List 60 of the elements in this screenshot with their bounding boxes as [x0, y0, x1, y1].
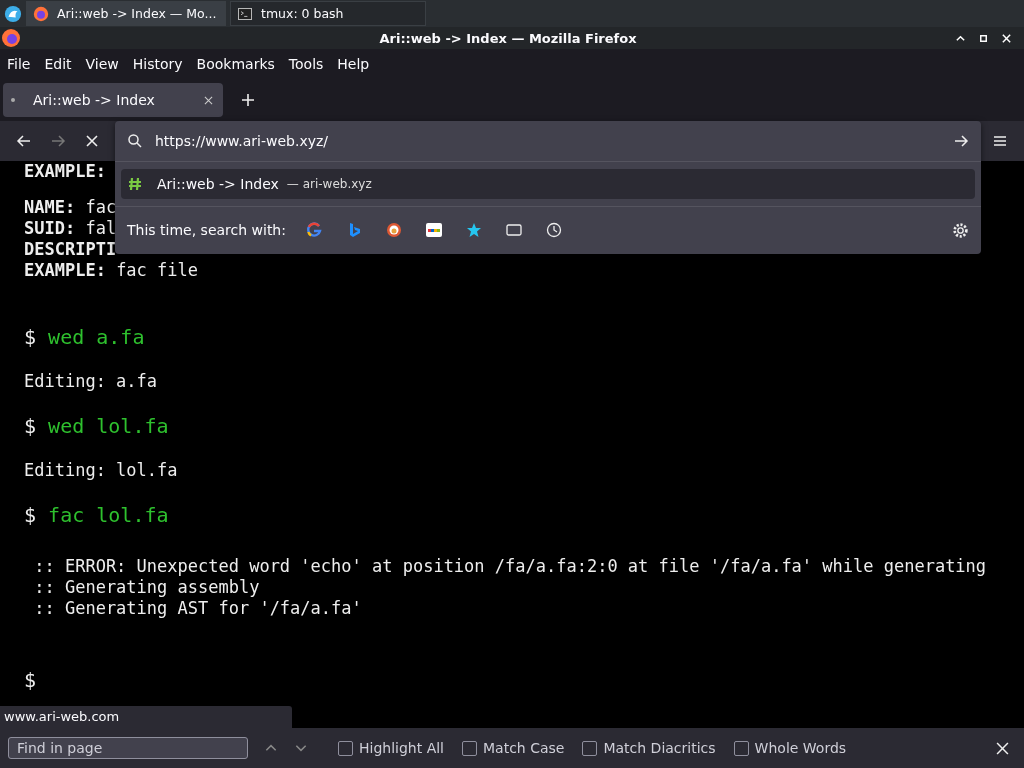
new-tab-icon[interactable] [241, 93, 255, 107]
taskbar-task[interactable]: Ari::web -> Index — Mo... [26, 1, 226, 26]
back-icon[interactable] [16, 133, 32, 149]
menu-item[interactable]: Tools [288, 56, 324, 72]
address-field[interactable]: https://www.ari-web.xyz/ [153, 132, 953, 150]
checkbox-label: Highlight All [359, 740, 444, 756]
menu-item[interactable]: View [85, 56, 119, 72]
terminal-line: Editing: lol.fa [24, 460, 178, 481]
checkbox[interactable] [733, 740, 749, 756]
close-icon[interactable] [996, 741, 1009, 755]
terminal-line: EXAMPLE: fac file [24, 260, 198, 281]
menu-item[interactable]: Help [337, 56, 370, 72]
find-field[interactable]: Find in page [8, 737, 248, 759]
suggestion-row[interactable]: Ari::web -> Index — ari-web.xyz [121, 169, 975, 199]
checkbox-label: Whole Words [754, 740, 847, 756]
browser-logo-icon [1, 28, 21, 48]
browser-tab[interactable]: Ari::web -> Index [3, 83, 223, 117]
browser-logo-icon [33, 5, 49, 22]
terminal-line: SUID: fal [24, 218, 117, 239]
launcher-icon[interactable] [4, 4, 22, 23]
checkbox-label: Match Case [483, 740, 565, 756]
taskbar-task[interactable]: tmux: 0 bash [230, 1, 426, 26]
menu-item[interactable]: Edit [44, 56, 72, 72]
hash-icon [127, 176, 143, 192]
terminal-prompt: $ fac lol.fa [24, 503, 169, 527]
clock-icon[interactable] [545, 222, 562, 238]
search-engine-icon[interactable] [305, 222, 322, 238]
terminal-line: :: Generating assembly [33, 577, 260, 598]
checkbox[interactable] [338, 740, 353, 756]
terminal-line: :: ERROR: Unexpected word 'echo' at position /fa/a.fa:2:0 at file '/fa/a.fa' while generating [33, 556, 987, 577]
terminal-icon [237, 5, 253, 22]
search-icon [127, 133, 143, 149]
search-engine-icon[interactable] [425, 222, 442, 238]
menu-item[interactable]: Bookmarks [196, 56, 275, 72]
search-engine-icon[interactable] [385, 222, 402, 238]
star-icon[interactable] [465, 222, 482, 238]
go-arrow-icon[interactable] [953, 133, 969, 149]
menu-item[interactable]: History [132, 56, 183, 72]
terminal-line: :: Generating AST for '/fa/a.fa' [33, 598, 362, 619]
checkbox[interactable] [582, 740, 598, 756]
terminal-line: NAME: fac [24, 197, 117, 218]
search-with-label: This time, search with: [127, 222, 286, 238]
stop-icon[interactable] [84, 133, 100, 149]
settings-icon[interactable] [952, 221, 969, 239]
terminal-prompt: $ wed a.fa [24, 325, 145, 349]
window-title: Ari::web -> Index — Mozilla Firefox [379, 30, 637, 46]
checkbox[interactable] [462, 740, 477, 756]
loading-dot-icon [11, 98, 15, 102]
tab-icon[interactable] [505, 222, 522, 238]
menu-item[interactable]: File [7, 56, 31, 72]
menu-icon[interactable] [992, 133, 1008, 149]
maximize-icon[interactable] [978, 32, 989, 44]
terminal-line: Editing: a.fa [24, 371, 158, 392]
forward-icon [50, 133, 66, 149]
terminal-line: DESCRIPTI [24, 239, 117, 260]
checkbox-label: Match Diacritics [603, 740, 716, 756]
terminal-prompt: $ wed lol.fa [24, 414, 169, 438]
terminal-line: EXAMPLE: [24, 161, 106, 182]
terminal-prompt: $ [24, 668, 37, 692]
close-tab-icon[interactable] [204, 95, 213, 105]
